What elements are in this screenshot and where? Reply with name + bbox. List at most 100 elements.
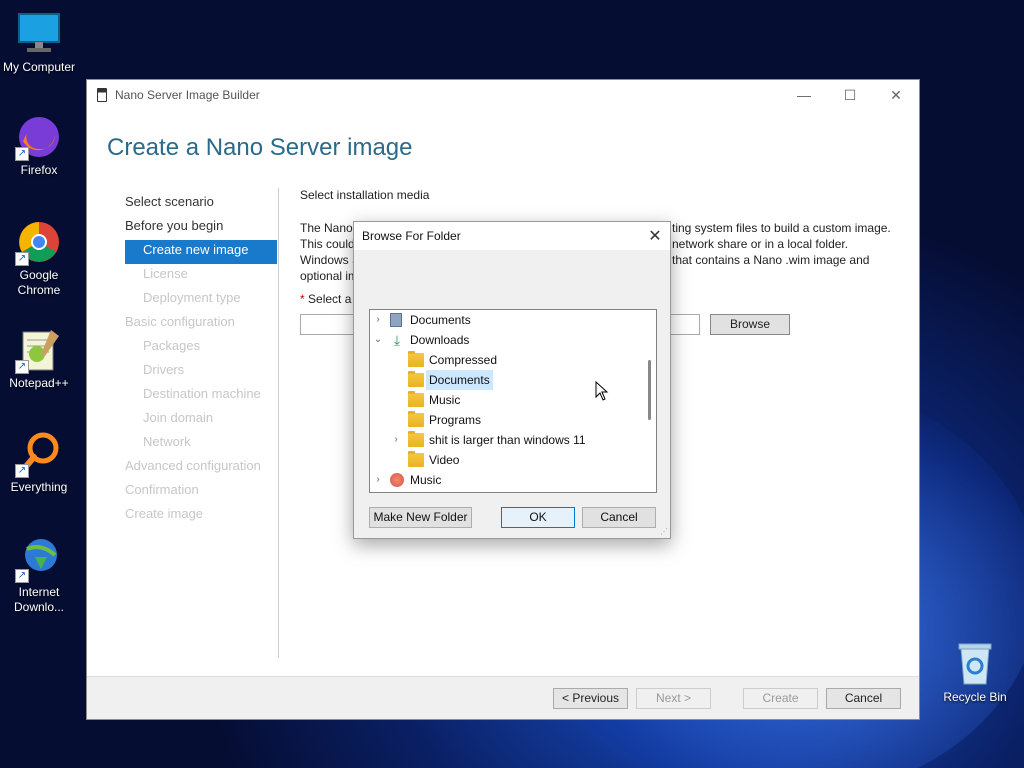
tree-item-label: shit is larger than windows 11 bbox=[429, 433, 586, 447]
tree-item-label: Documents bbox=[426, 370, 493, 390]
tree-item-label: Video bbox=[429, 453, 460, 467]
tree-item-compressed[interactable]: Compressed bbox=[370, 350, 656, 370]
folder-tree[interactable]: › Documents ⌄ ⤓ Downloads Compressed Doc… bbox=[369, 309, 657, 493]
nav-divider bbox=[278, 188, 279, 658]
desktop-icon-label: Everything bbox=[10, 480, 68, 494]
description-line: optional im bbox=[300, 269, 359, 283]
notepadpp-icon: ↗ bbox=[15, 326, 63, 374]
desktop-icon-my-computer[interactable]: My Computer bbox=[0, 10, 78, 75]
create-button[interactable]: Create bbox=[743, 688, 818, 709]
cancel-button[interactable]: Cancel bbox=[826, 688, 901, 709]
tree-item-label: Compressed bbox=[429, 353, 498, 367]
nav-item-confirmation: Confirmation bbox=[125, 482, 199, 497]
chevron-down-icon[interactable]: ⌄ bbox=[372, 330, 384, 350]
nav-item-network: Network bbox=[143, 434, 191, 449]
nav-item-create-new-image[interactable]: Create new image bbox=[125, 240, 277, 264]
close-icon[interactable]: ✕ bbox=[640, 222, 670, 250]
dialog-cancel-button[interactable]: Cancel bbox=[582, 507, 656, 528]
tree-item-label: Music bbox=[410, 473, 442, 487]
nav-item-license: License bbox=[143, 266, 188, 281]
nav-item-drivers: Drivers bbox=[143, 362, 185, 377]
tree-item-music[interactable]: › Music bbox=[370, 470, 656, 490]
desktop-icon-chrome[interactable]: ↗ Google Chrome bbox=[0, 218, 78, 298]
tree-item-music-sub[interactable]: Music bbox=[370, 390, 656, 410]
tree-item-label: Documents bbox=[410, 313, 471, 327]
desktop-icon-recycle-bin[interactable]: Recycle Bin bbox=[936, 640, 1014, 705]
chrome-icon: ↗ bbox=[15, 218, 63, 266]
recycle-bin-icon bbox=[951, 640, 999, 688]
desktop-icon-idm[interactable]: ↗ Internet Downlo... bbox=[0, 535, 78, 615]
folder-icon bbox=[408, 371, 424, 387]
description-line: This could bbox=[300, 237, 355, 251]
app-icon bbox=[97, 88, 107, 102]
window-titlebar[interactable]: Nano Server Image Builder — ☐ ✕ bbox=[87, 80, 919, 110]
nav-item-basic-configuration: Basic configuration bbox=[125, 314, 235, 329]
required-marker: * bbox=[300, 292, 305, 306]
tree-item-documents[interactable]: › Documents bbox=[370, 310, 656, 330]
make-new-folder-button[interactable]: Make New Folder bbox=[369, 507, 472, 528]
maximize-icon[interactable]: ☐ bbox=[827, 80, 873, 110]
desktop-icon-label: Internet Downlo... bbox=[13, 585, 65, 614]
description-line: ting system files to build a custom imag… bbox=[672, 221, 891, 235]
description-line: that contains a Nano .wim image and bbox=[672, 253, 870, 267]
resize-grip-icon[interactable]: ⋰ bbox=[660, 528, 668, 536]
chevron-right-icon[interactable]: › bbox=[372, 470, 384, 490]
nav-item-before-you-begin[interactable]: Before you begin bbox=[125, 216, 277, 240]
next-button[interactable]: Next > bbox=[636, 688, 711, 709]
nav-item-create-image: Create image bbox=[125, 506, 204, 521]
nav-item-packages: Packages bbox=[143, 338, 201, 353]
dialog-title: Browse For Folder bbox=[362, 229, 461, 243]
chevron-right-icon[interactable]: › bbox=[372, 310, 384, 330]
dialog-titlebar[interactable]: Browse For Folder ✕ bbox=[354, 222, 670, 250]
desktop-icon-label: My Computer bbox=[2, 60, 76, 74]
desktop-icon-notepadpp[interactable]: ↗ Notepad++ bbox=[0, 326, 78, 391]
previous-button[interactable]: < Previous bbox=[553, 688, 628, 709]
nav-item-deployment-type: Deployment type bbox=[143, 290, 241, 305]
shortcut-arrow-icon: ↗ bbox=[15, 252, 29, 266]
shortcut-arrow-icon: ↗ bbox=[15, 464, 29, 478]
tree-item-video[interactable]: Video bbox=[370, 450, 656, 470]
tree-item-label: Music bbox=[429, 393, 461, 407]
shortcut-arrow-icon: ↗ bbox=[15, 569, 29, 583]
tree-item-large-folder[interactable]: › shit is larger than windows 11 bbox=[370, 430, 656, 450]
page-title: Create a Nano Server image bbox=[107, 134, 413, 161]
tree-item-label: Programs bbox=[429, 413, 482, 427]
chevron-right-icon[interactable]: › bbox=[390, 430, 402, 450]
nav-item-advanced-configuration: Advanced configuration bbox=[125, 458, 261, 473]
desktop-icon-label: Notepad++ bbox=[9, 376, 69, 390]
minimize-icon[interactable]: — bbox=[781, 80, 827, 110]
desktop-icon-label: Recycle Bin bbox=[943, 690, 1007, 704]
browse-for-folder-dialog[interactable]: Browse For Folder ✕ › Documents ⌄ ⤓ Down… bbox=[353, 221, 671, 539]
ok-button[interactable]: OK bbox=[501, 507, 575, 528]
nav-item-join-domain: Join domain bbox=[143, 410, 214, 425]
tree-scrollbar[interactable] bbox=[648, 360, 651, 420]
tree-item-downloads[interactable]: ⌄ ⤓ Downloads bbox=[370, 330, 656, 350]
downloads-icon: ⤓ bbox=[393, 332, 401, 348]
dialog-description-area bbox=[354, 250, 670, 308]
folder-icon bbox=[408, 431, 424, 447]
folder-icon bbox=[408, 391, 424, 407]
nav-item-select-scenario[interactable]: Select scenario bbox=[125, 192, 277, 216]
tree-item-label: Downloads bbox=[410, 333, 470, 347]
nav-item-destination-machine: Destination machine bbox=[143, 386, 261, 401]
shortcut-arrow-icon: ↗ bbox=[15, 147, 29, 161]
window-title: Nano Server Image Builder bbox=[115, 88, 260, 102]
tree-item-documents-sub[interactable]: Documents bbox=[370, 370, 656, 390]
desktop-icon-firefox[interactable]: ↗ Firefox bbox=[0, 113, 78, 178]
wizard-nav: Select scenario Before you begin Create … bbox=[125, 192, 277, 528]
select-media-label: Select a l bbox=[308, 292, 358, 306]
close-icon[interactable]: ✕ bbox=[873, 80, 919, 110]
folder-icon bbox=[408, 411, 424, 427]
folder-icon bbox=[408, 451, 424, 467]
tree-item-programs[interactable]: Programs bbox=[370, 410, 656, 430]
firefox-icon: ↗ bbox=[15, 113, 63, 161]
music-icon bbox=[390, 473, 404, 487]
desktop-icon-label: Google Chrome bbox=[17, 268, 61, 297]
shortcut-arrow-icon: ↗ bbox=[15, 360, 29, 374]
monitor-icon bbox=[15, 10, 63, 58]
wizard-footer: < Previous Next > Create Cancel bbox=[87, 676, 919, 719]
description-line: network share or in a local folder. bbox=[672, 237, 849, 251]
desktop-icon-label: Firefox bbox=[20, 163, 58, 177]
desktop-icon-everything[interactable]: ↗ Everything bbox=[0, 430, 78, 495]
browse-button[interactable]: Browse bbox=[710, 314, 790, 335]
